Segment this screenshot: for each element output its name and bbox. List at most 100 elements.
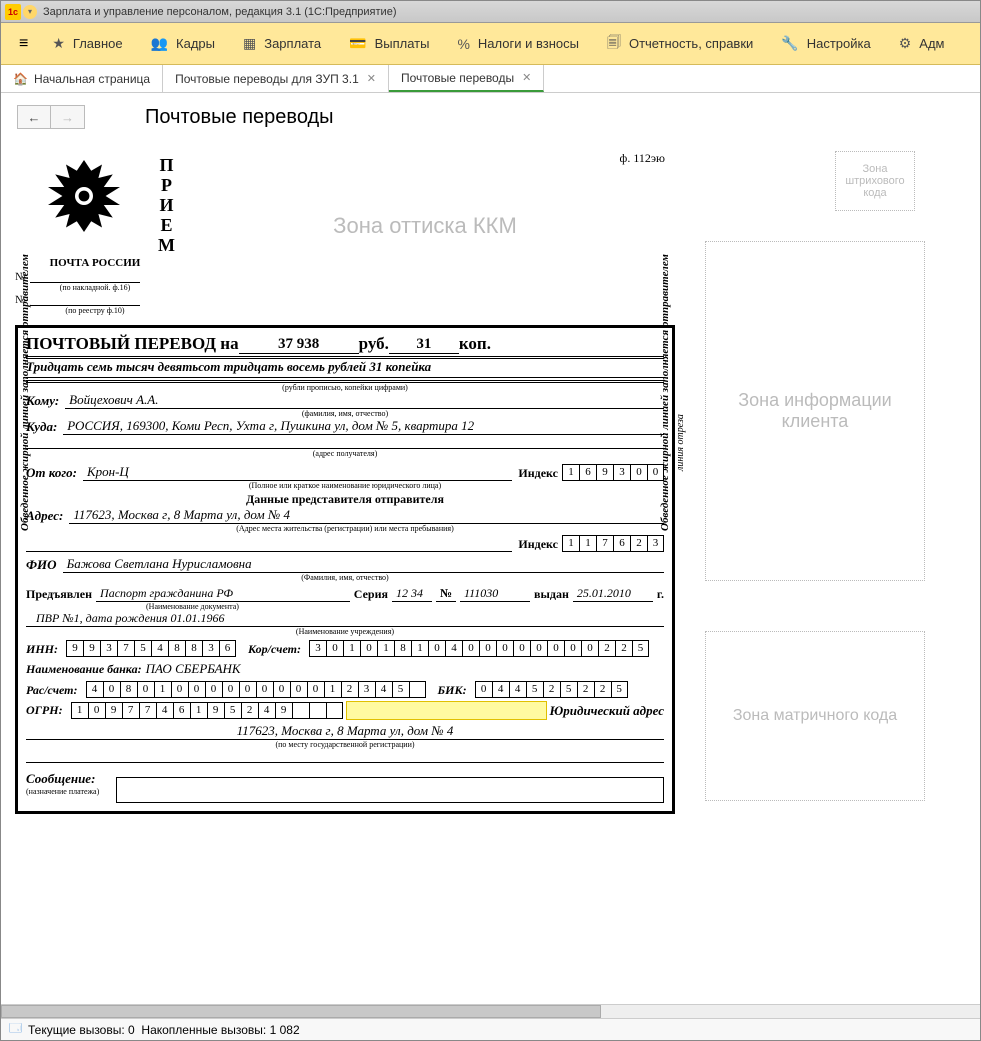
digit-cell: 1 [343, 640, 360, 657]
digit-cell: 1 [562, 535, 579, 552]
message-box [116, 777, 664, 803]
to-caption: (фамилия, имя, отчество) [26, 409, 664, 418]
digit-cell: 6 [173, 702, 190, 719]
digit-cell: 0 [564, 640, 581, 657]
ogrn-cells: 1097746195249 [71, 702, 343, 719]
nav-back-button[interactable]: ← [17, 105, 51, 129]
rub-label: руб. [359, 334, 389, 354]
window-title: Зарплата и управление персоналом, редакц… [43, 6, 396, 18]
barcode-zone: Зона штрихового кода [835, 151, 915, 211]
digit-cell: 0 [547, 640, 564, 657]
menu-taxes[interactable]: %Налоги и взносы [443, 23, 593, 64]
digit-cell: 5 [632, 640, 649, 657]
menu-payments[interactable]: 💳Выплаты [335, 23, 443, 64]
digit-cell: 8 [120, 681, 137, 698]
digit-cell: 0 [462, 640, 479, 657]
menu-admin[interactable]: ⚙Адм [885, 23, 959, 64]
representative-fio: Бажова Светлана Нурисламовна [63, 556, 664, 573]
recipient-name: Войцехович А.А. [65, 392, 664, 409]
menu-reports[interactable]: 🗐Отчетность, справки [593, 23, 767, 64]
fio-caption: (Фамилия, имя, отчество) [26, 573, 664, 582]
tab-postal-zup[interactable]: Почтовые переводы для ЗУП 3.1 ✕ [163, 65, 389, 92]
menu-salary[interactable]: ▦Зарплата [229, 23, 335, 64]
kop-label: коп. [459, 334, 491, 354]
kkm-label: Зона оттиска ККМ [333, 213, 517, 239]
digit-cell: 0 [290, 681, 307, 698]
digit-cell [326, 702, 343, 719]
menu-label: Выплаты [375, 36, 430, 51]
menu-main[interactable]: ★Главное [38, 23, 136, 64]
menu-label: Кадры [176, 36, 215, 51]
wrench-icon: 🔧 [781, 35, 798, 52]
digit-cell: 0 [188, 681, 205, 698]
bik-cells: 044525225 [475, 681, 628, 698]
blank-line [26, 749, 664, 763]
tab-label: Начальная страница [34, 72, 150, 86]
tab-label: Почтовые переводы [401, 71, 514, 85]
side-cut-line: линия отреза [675, 414, 686, 471]
toolbar: ← → Почтовые переводы [1, 93, 980, 141]
digit-cell: 3 [202, 640, 219, 657]
nav-forward-button[interactable]: → [51, 105, 85, 129]
report-viewport[interactable]: Обведенное жирной линией заполняется отп… [1, 141, 980, 1004]
menu-label: Главное [73, 36, 123, 51]
menu-burger-icon[interactable]: ≡ [9, 35, 38, 53]
digit-cell: 3 [309, 640, 326, 657]
priem-vertical-label: ПРИЕМ [158, 155, 175, 255]
tab-home[interactable]: 🏠Начальная страница [1, 65, 163, 92]
digit-cell: 5 [611, 681, 628, 698]
representative-title: Данные представителя отправителя [26, 492, 664, 507]
digit-cell: 0 [581, 640, 598, 657]
accumulated-calls-value: 1 082 [270, 1023, 300, 1037]
digit-cell: 3 [613, 464, 630, 481]
digit-cell: 1 [154, 681, 171, 698]
from-caption: (Полное или краткое наименование юридиче… [26, 481, 664, 490]
menu-personnel[interactable]: 👥Кадры [137, 23, 229, 64]
digit-cell: 0 [530, 640, 547, 657]
close-icon[interactable]: ✕ [522, 71, 531, 84]
highlighted-cell[interactable] [347, 702, 546, 719]
dropdown-icon[interactable]: ▾ [23, 5, 37, 19]
registry-caption: (по реестру ф.10) [15, 306, 175, 315]
digit-cell: 9 [207, 702, 224, 719]
digit-cell: 1 [579, 535, 596, 552]
page-title: Почтовые переводы [145, 106, 334, 129]
grid-icon: ▦ [243, 35, 256, 52]
scrollbar-thumb[interactable] [1, 1005, 601, 1018]
menu-settings[interactable]: 🔧Настройка [767, 23, 884, 64]
gear-icon: ⚙ [899, 35, 912, 52]
digit-cell: 0 [428, 640, 445, 657]
digit-cell: 9 [596, 464, 613, 481]
form-number: ф. 112эю [620, 151, 665, 166]
digit-cell: 1 [324, 681, 341, 698]
digit-cell: 2 [594, 681, 611, 698]
main-menu: ≡ ★Главное 👥Кадры ▦Зарплата 💳Выплаты %На… [1, 23, 980, 65]
postal-transfer-form: ПОЧТОВЫЙ ПЕРЕВОД на 37 938 руб. 31 коп. … [15, 325, 675, 814]
digit-cell: 6 [579, 464, 596, 481]
digit-cell: 0 [496, 640, 513, 657]
ras-label: Рас/счет: [26, 683, 78, 698]
institution-caption: (Наименование учреждения) [26, 627, 664, 636]
digit-cell: 4 [445, 640, 462, 657]
menu-label: Отчетность, справки [629, 36, 753, 51]
window-titlebar: 1c ▾ Зарплата и управление персоналом, р… [1, 1, 980, 23]
digit-cell: 4 [492, 681, 509, 698]
close-icon[interactable]: ✕ [367, 72, 376, 85]
horizontal-scrollbar[interactable] [1, 1004, 980, 1018]
digit-cell: 0 [239, 681, 256, 698]
digit-cell: 9 [83, 640, 100, 657]
ras-account-cells: 4080100000000012345 [86, 681, 426, 698]
digit-cell: 6 [219, 640, 236, 657]
digit-cell: 7 [117, 640, 134, 657]
digit-cell: 0 [137, 681, 154, 698]
digit-cell: 0 [513, 640, 530, 657]
digit-cell: 5 [526, 681, 543, 698]
tab-postal-transfers[interactable]: Почтовые переводы ✕ [389, 65, 544, 92]
digit-cell: 4 [375, 681, 392, 698]
blank-line [26, 551, 512, 552]
digit-cell: 5 [134, 640, 151, 657]
post-header: ПРИЕМ ПОЧТА РОССИИ № (по накладной. ф.16… [15, 151, 175, 315]
bank-label: Наименование банка: [26, 662, 142, 677]
tab-label: Почтовые переводы для ЗУП 3.1 [175, 72, 359, 86]
where-label: Куда: [26, 419, 57, 435]
